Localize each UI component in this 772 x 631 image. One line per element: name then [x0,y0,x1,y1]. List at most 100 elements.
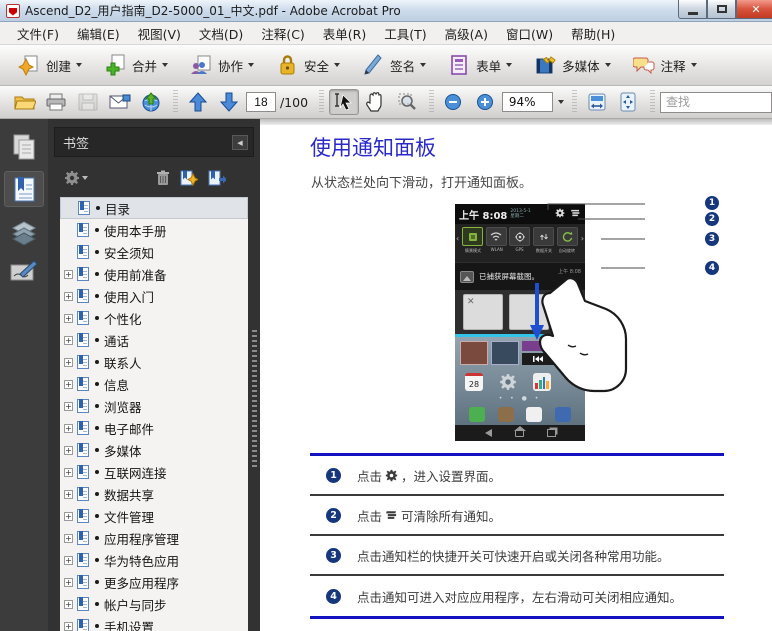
zoom-out-button[interactable] [439,89,469,115]
fit-width-button[interactable] [582,89,612,115]
bookmark-item[interactable]: + 信息 [60,373,248,395]
bookmark-options-button[interactable] [64,170,88,186]
bookmark-item[interactable]: + 使用入门 [60,285,248,307]
bookmark-item[interactable]: + 更多应用程序 [60,571,248,593]
previous-page-button[interactable] [183,89,213,115]
expand-icon[interactable]: + [64,313,73,323]
bookmark-item[interactable]: + 华为特色应用 [60,549,248,571]
expand-icon[interactable]: + [64,269,73,279]
menu-edit[interactable]: 编辑(E) [68,21,129,46]
signatures-panel-button[interactable] [4,253,44,289]
forms-button[interactable]: 表单 [444,51,516,79]
menu-advanced[interactable]: 高级(A) [436,21,497,46]
expand-icon[interactable]: + [64,291,73,301]
email-button[interactable] [105,89,135,115]
minimize-button[interactable] [678,0,707,19]
bookmark-goto-icon [208,170,226,186]
new-bookmark-button[interactable] [180,170,198,186]
close-button[interactable]: ✕ [736,0,772,19]
open-button[interactable] [10,89,40,115]
menu-tools[interactable]: 工具(T) [375,21,435,46]
menu-window[interactable]: 窗口(W) [497,21,562,46]
bookmark-item[interactable]: + 互联网连接 [60,461,248,483]
expand-icon[interactable]: + [64,511,73,521]
pages-panel-button[interactable] [4,129,44,165]
hand-tool-button[interactable] [361,89,391,115]
bookmark-icon [77,553,89,567]
table-row: 3 点击通知栏的快捷开关可快速开启或关闭各种常用功能。 [310,536,724,576]
zoom-level-value[interactable]: 94% [501,92,554,112]
upload-button[interactable] [136,89,166,115]
bookmark-item[interactable]: + 应用程序管理 [60,527,248,549]
expand-icon[interactable]: + [64,379,73,389]
zoom-dropdown-button[interactable] [553,92,567,112]
secure-button[interactable]: 安全 [272,51,344,79]
menu-comments[interactable]: 注释(C) [252,21,313,46]
bookmark-item[interactable]: + 数据共享 [60,483,248,505]
bookmark-item[interactable]: 安全须知 [60,241,248,263]
page-number-input[interactable] [245,92,276,112]
find-input[interactable] [659,91,772,113]
row-badge: 2 [326,507,341,523]
expand-icon[interactable]: + [64,335,73,345]
bookmark-item[interactable]: + 文件管理 [60,505,248,527]
expand-icon[interactable]: + [64,577,73,587]
rotate-toggle-icon [556,227,578,246]
expand-icon[interactable]: + [64,489,73,499]
expand-icon[interactable]: + [64,599,73,609]
sign-button[interactable]: 签名 [358,51,430,79]
zoom-in-button[interactable] [470,89,500,115]
bookmark-item[interactable]: + 浏览器 [60,395,248,417]
menu-bar: 文件(F) 编辑(E) 视图(V) 文档(D) 注释(C) 表单(R) 工具(T… [0,22,772,45]
menu-view[interactable]: 视图(V) [129,21,190,46]
expand-icon[interactable]: + [64,467,73,477]
row-badge: 4 [326,588,341,604]
expand-icon[interactable]: + [64,357,73,367]
panel-splitter-handle[interactable] [252,330,257,470]
bookmark-item[interactable]: 使用本手册 [60,219,248,241]
bookmark-item[interactable]: + 多媒体 [60,439,248,461]
callout-marker-2: 2 [705,212,719,226]
expand-icon[interactable]: + [64,555,73,565]
collaborate-icon [190,54,212,76]
bookmark-icon [77,377,89,391]
combine-button[interactable]: 合并 [100,51,172,79]
layers-panel-button[interactable] [4,215,44,251]
bookmark-item[interactable]: + 手机设置 [60,615,248,631]
bookmark-item[interactable]: + 电子邮件 [60,417,248,439]
menu-help[interactable]: 帮助(H) [562,21,624,46]
print-button[interactable] [42,89,72,115]
messaging-app-icon [526,406,543,422]
maximize-button[interactable] [707,0,736,19]
menu-forms[interactable]: 表单(R) [314,21,375,46]
fit-page-button[interactable] [613,89,643,115]
bookmark-item[interactable]: + 个性化 [60,307,248,329]
delete-bookmark-button[interactable] [156,170,170,186]
bookmark-item[interactable]: + 使用前准备 [60,263,248,285]
collapse-panel-button[interactable]: ◀ [232,135,248,150]
title-bar[interactable]: Ascend_D2_用户指南_D2-5000_01_中文.pdf - Adobe… [0,0,772,22]
marquee-zoom-button[interactable] [392,89,422,115]
create-button[interactable]: 创建 [14,51,86,79]
phone-status-bar: 上午 8:08 2013-5-1 星期二 [455,204,585,224]
select-tool-button[interactable] [328,89,359,115]
expand-icon[interactable]: + [64,401,73,411]
expand-icon[interactable]: + [64,621,73,631]
next-page-button[interactable] [214,89,244,115]
bookmark-icon [77,289,89,303]
bookmark-item[interactable]: + 通话 [60,329,248,351]
multimedia-button[interactable]: 多媒体 [530,51,615,79]
bookmark-item[interactable]: + 联系人 [60,351,248,373]
expand-icon[interactable]: + [64,533,73,543]
expand-icon[interactable]: + [64,445,73,455]
bookmark-item[interactable]: 目录 [60,197,248,219]
comment-button[interactable]: 注释 [629,51,701,79]
expand-icon[interactable]: + [64,423,73,433]
expand-current-bookmark-button[interactable] [208,170,226,186]
save-button[interactable] [73,89,103,115]
collaborate-button[interactable]: 协作 [186,51,258,79]
menu-document[interactable]: 文档(D) [190,21,252,46]
bookmarks-panel-button[interactable] [4,171,44,207]
menu-file[interactable]: 文件(F) [8,21,68,46]
bookmark-item[interactable]: + 帐户与同步 [60,593,248,615]
